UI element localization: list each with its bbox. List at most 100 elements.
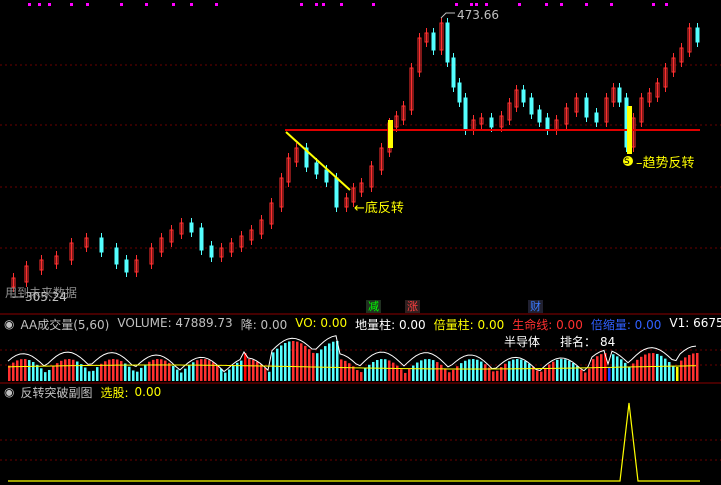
volume-bar [480,361,483,381]
volume-bar [184,368,187,381]
volume-bar [72,359,75,381]
volume-item: 倍缩量: 0.00 [590,317,662,332]
volume-bar [644,354,647,381]
candle-body [99,237,104,253]
volume-bar [328,343,331,381]
volume-bar [512,359,515,381]
stock-chart-canvas[interactable] [0,0,721,485]
volume-indicator-values: VOLUME: 47889.73 降: 0.00 VO: 0.00 地量柱: 0.00… [111,316,721,332]
collapse-icon[interactable]: ◉ [4,385,14,399]
volume-bar [520,359,523,381]
volume-bar [52,366,55,381]
volume-bar [664,358,667,381]
volume-bar [264,367,267,381]
signal-indicator-title[interactable]: 反转突破副图 [20,384,92,400]
volume-bar [204,359,207,381]
volume-bar [372,361,375,381]
signal-dot [86,3,89,6]
volume-bar [356,370,359,381]
volume-bar [656,353,659,381]
candle-body [617,87,622,103]
rank-label: 排名： [560,335,597,349]
volume-bar [188,365,191,381]
volume-bar [680,360,683,381]
volume-bar [256,361,259,381]
volume-bar [508,361,511,381]
volume-bar [172,365,175,381]
volume-bar [648,353,651,381]
volume-bar [132,370,135,381]
volume-bar [304,345,307,381]
signal-dot [48,3,51,6]
volume-bar [80,364,83,381]
volume-bar [660,355,663,381]
candle-body [431,32,436,51]
volume-bar [260,364,263,381]
volume-bar [32,362,35,381]
volume-bar [548,364,551,381]
signal-dot [70,3,73,6]
candle-body [463,97,468,131]
volume-bar [116,359,119,381]
volume-bar [112,359,115,381]
collapse-icon[interactable]: ◉ [4,317,14,331]
volume-bar [292,341,295,381]
volume-bar [300,343,303,381]
volume-bar [388,360,391,381]
candle-body [199,227,204,251]
volume-bar [620,359,623,381]
signal-dot [300,3,303,6]
volume-panel-header[interactable]: ◉ AA成交量(5,60) VOLUME: 47889.73 降: 0.00 VO:… [0,316,721,332]
candle-body [521,89,526,103]
volume-bar [104,361,107,381]
candle-body [594,112,599,123]
volume-bar [492,371,495,381]
volume-bar [60,360,63,381]
candle-body [209,245,214,258]
signal-dot [120,3,123,6]
volume-bar [320,349,323,381]
volume-bar [472,359,475,381]
rank-value: 84 [600,335,616,349]
volume-bar [224,372,227,381]
volume-bar [84,367,87,381]
signal-dot [322,3,325,6]
volume-bar [92,370,95,381]
volume-bar [88,371,91,381]
volume-bar [416,362,419,381]
volume-bar [96,367,99,381]
select-value: 0.00 [134,385,162,399]
candle-body [445,22,450,63]
volume-bar [48,369,51,381]
volume-bar [40,368,43,381]
volume-bar [392,362,395,381]
volume-item: 降: 0.00 [240,317,288,332]
volume-indicator-title[interactable]: AA成交量(5,60) [20,316,109,332]
volume-bar [144,364,147,381]
volume-bar [228,369,231,381]
volume-bar [332,341,335,381]
volume-bar [608,367,611,381]
volume-bar [252,359,255,381]
volume-bar [572,362,575,381]
select-label: 选股: [100,385,129,400]
signal-dot [665,3,668,6]
volume-bar [592,359,595,381]
volume-bar [168,362,171,381]
tag-jian: 减 [366,300,381,313]
volume-item: 生命线: 0.00 [512,317,583,332]
volume-bar [240,360,243,381]
volume-bar [452,369,455,381]
signal-dot [145,3,148,6]
signal-dot [172,3,175,6]
signal-dot [518,3,521,6]
volume-bar [432,360,435,381]
volume-bar [380,359,383,381]
candle-body [324,169,329,183]
volume-bar [624,362,627,381]
volume-bar [28,360,31,381]
volume-bar [16,360,19,381]
volume-bar [440,364,443,381]
volume-bar [412,365,415,381]
signal-panel-header[interactable]: ◉ 反转突破副图 选股: 0.00 [0,384,721,400]
